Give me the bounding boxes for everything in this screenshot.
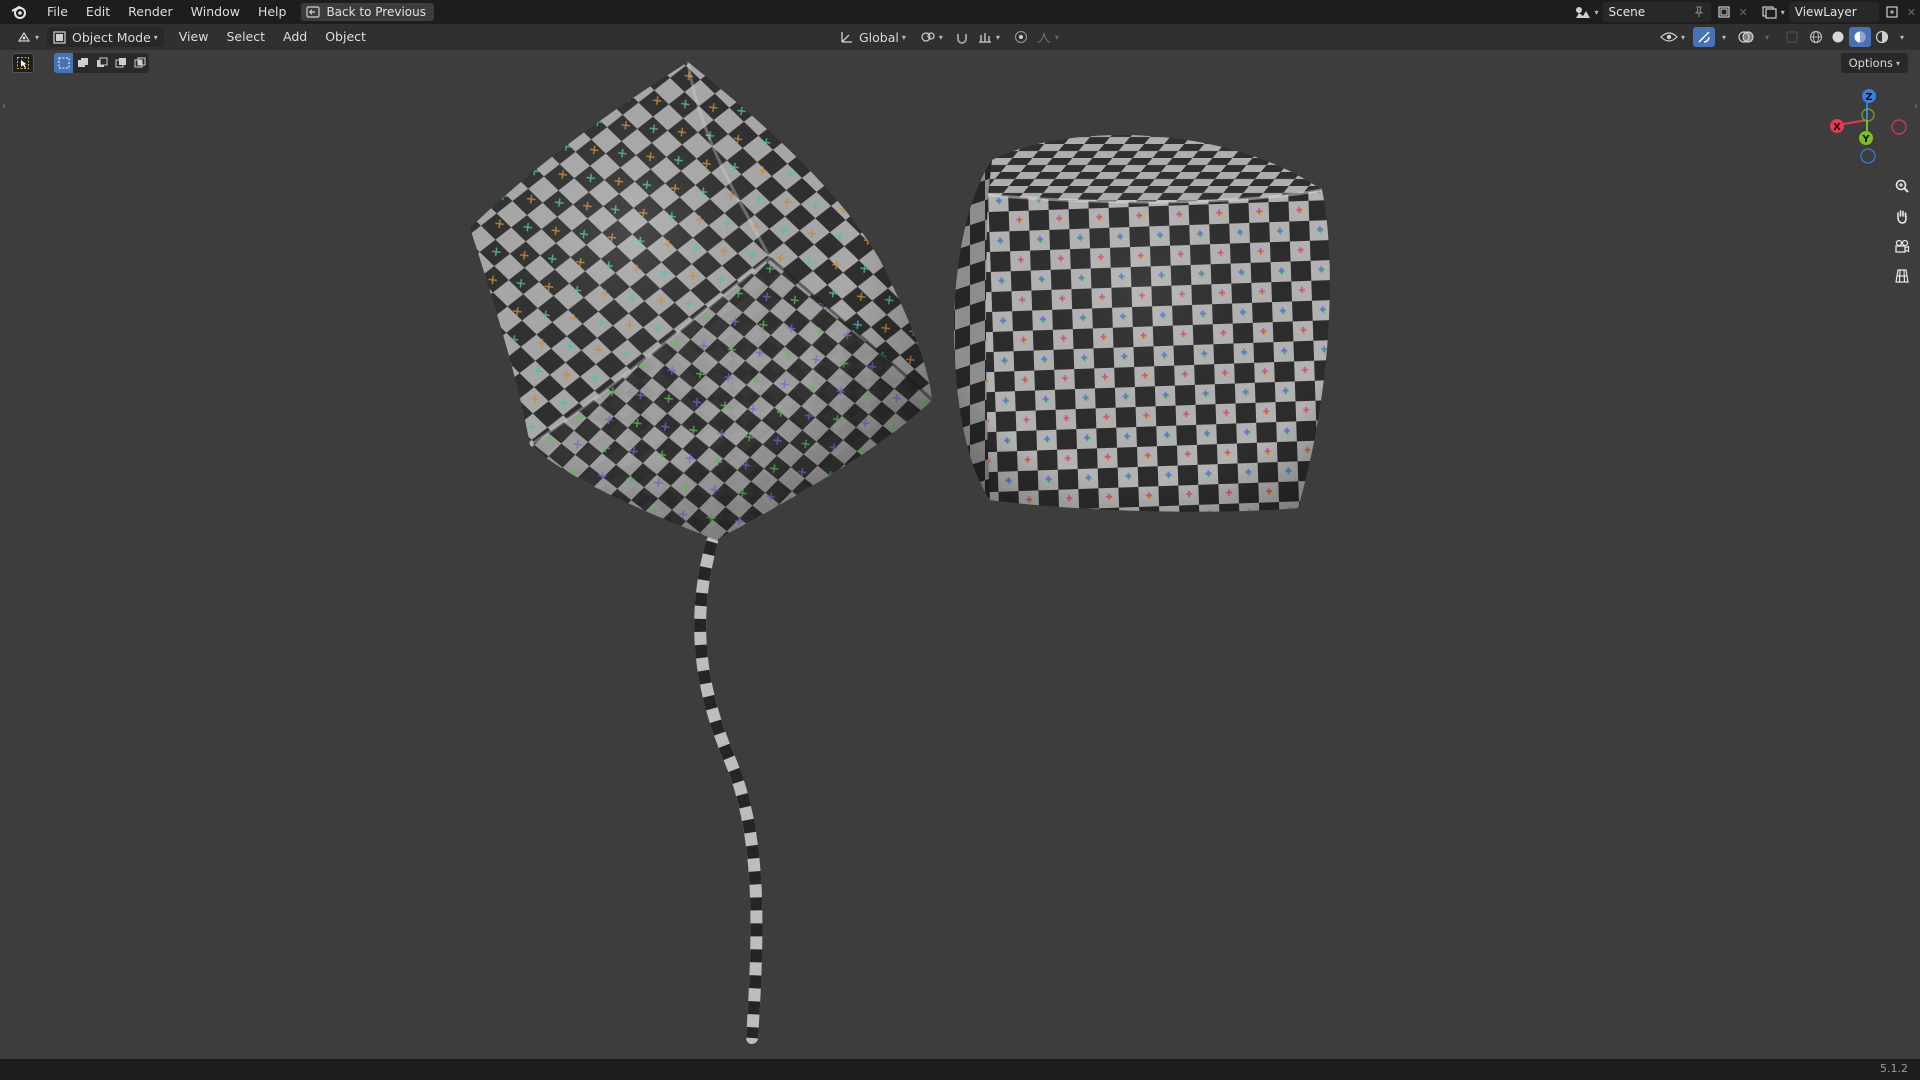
- gizmo-z-label: Z: [1865, 92, 1872, 103]
- proportional-edit-icon[interactable]: [1010, 27, 1032, 47]
- orientation-dropdown[interactable]: Global ▾: [836, 27, 910, 47]
- editor-type-icon[interactable]: ▾: [12, 27, 43, 47]
- camera-icon[interactable]: [1890, 234, 1914, 258]
- menu-add[interactable]: Add: [274, 27, 316, 47]
- pan-hand-icon[interactable]: [1890, 204, 1914, 228]
- pillow-cube-object[interactable]: [954, 135, 1330, 512]
- options-label: Options: [1848, 56, 1893, 70]
- header-left: ▾ Object Mode ▾ View Select Add Object: [12, 27, 375, 47]
- back-to-previous-label: Back to Previous: [326, 5, 426, 19]
- menu-view[interactable]: View: [170, 27, 218, 47]
- select-tool-icon[interactable]: [12, 53, 34, 73]
- status-bar: 5.1.2: [0, 1059, 1920, 1080]
- pin-icon[interactable]: [1693, 6, 1705, 18]
- select-subtract-mode-icon[interactable]: [92, 53, 111, 73]
- transform-controls: Global ▾ ▾ ▾ ▾: [836, 27, 1063, 47]
- snap-icon[interactable]: [951, 27, 973, 47]
- menu-edit[interactable]: Edit: [77, 0, 119, 24]
- overlay-dropdown[interactable]: ▾: [1758, 27, 1773, 47]
- scene-icon[interactable]: ▾: [1570, 2, 1603, 22]
- top-bar: File Edit Render Window Help Back to Pre…: [0, 0, 1920, 24]
- back-to-previous-button[interactable]: Back to Previous: [301, 3, 434, 21]
- blender-logo-icon[interactable]: [0, 0, 38, 24]
- object-mode-label: Object Mode: [72, 29, 151, 45]
- object-mode-dropdown[interactable]: Object Mode ▾: [47, 27, 164, 47]
- view-layer-field[interactable]: ViewLayer: [1788, 2, 1879, 22]
- rendered-shading-icon[interactable]: [1871, 27, 1893, 47]
- gizmo-x-label: X: [1833, 122, 1841, 133]
- select-invert-mode-icon[interactable]: [111, 53, 130, 73]
- select-extend-mode-icon[interactable]: [73, 53, 92, 73]
- close-scene-icon[interactable]: ✕: [1735, 2, 1752, 22]
- close-view-layer-icon[interactable]: ✕: [1903, 2, 1920, 22]
- navigation-gizmo[interactable]: Z X Y: [1830, 89, 1907, 164]
- menu-file[interactable]: File: [38, 0, 77, 24]
- solid-shading-icon[interactable]: [1827, 27, 1849, 47]
- xray-icon[interactable]: [1781, 27, 1803, 47]
- view-layer-icon[interactable]: ▾: [1758, 2, 1789, 22]
- scene-name-field[interactable]: Scene: [1602, 2, 1711, 22]
- selection-mode-group: [54, 53, 149, 73]
- overlay-icon[interactable]: [1734, 27, 1758, 47]
- tool-settings-row: [12, 53, 149, 73]
- pivot-icon[interactable]: ▾: [916, 27, 947, 47]
- sidebar-expand-arrow-icon[interactable]: ‹: [1914, 101, 1918, 112]
- balloon-string[interactable]: [694, 536, 763, 1044]
- wireframe-shading-icon[interactable]: [1805, 27, 1827, 47]
- orientation-label: Global: [859, 29, 899, 45]
- select-set-mode-icon[interactable]: [54, 53, 73, 73]
- menu-window[interactable]: Window: [182, 0, 249, 24]
- visibility-icon[interactable]: ▾: [1656, 27, 1689, 47]
- diamond-balloon-object[interactable]: [470, 61, 934, 540]
- gizmo-y-label: Y: [1861, 134, 1870, 145]
- main-menu: File Edit Render Window Help Back to Pre…: [0, 0, 434, 24]
- viewport-header: ▾ Object Mode ▾ View Select Add Object Gl…: [0, 24, 1920, 50]
- proportional-falloff-icon[interactable]: ▾: [1032, 27, 1063, 47]
- grid-icon[interactable]: [1890, 264, 1914, 288]
- snap-target-icon[interactable]: ▾: [973, 27, 1004, 47]
- shading-dropdown[interactable]: ▾: [1893, 27, 1908, 47]
- orientation-icon: [841, 32, 852, 43]
- options-dropdown[interactable]: Options ▾: [1840, 53, 1908, 73]
- select-intersect-mode-icon[interactable]: [130, 53, 149, 73]
- toolbar-expand-arrow-icon[interactable]: ›: [2, 101, 6, 112]
- zoom-icon[interactable]: [1890, 174, 1914, 198]
- menu-render[interactable]: Render: [119, 0, 182, 24]
- viewport-canvas[interactable]: Z X Y: [0, 50, 1920, 1059]
- header-right: ▾ ▾ ▾ ▾: [1656, 27, 1908, 47]
- object-mode-icon: [53, 30, 66, 44]
- scene-selector-area: ▾ Scene ✕ ▾ ViewLayer ✕: [1570, 2, 1920, 22]
- view-layer-name: ViewLayer: [1794, 5, 1857, 19]
- material-shading-icon[interactable]: [1848, 27, 1871, 47]
- gizmo-dropdown[interactable]: ▾: [1715, 27, 1730, 47]
- new-view-layer-icon[interactable]: [1881, 2, 1903, 22]
- menu-object[interactable]: Object: [316, 27, 375, 47]
- menu-select[interactable]: Select: [217, 27, 274, 47]
- new-scene-icon[interactable]: [1713, 2, 1735, 22]
- scene-name: Scene: [1608, 5, 1646, 19]
- version-label: 5.1.2: [1880, 1062, 1908, 1075]
- menu-help[interactable]: Help: [249, 0, 296, 24]
- back-icon: [306, 6, 321, 18]
- gizmo-icon[interactable]: [1692, 27, 1715, 47]
